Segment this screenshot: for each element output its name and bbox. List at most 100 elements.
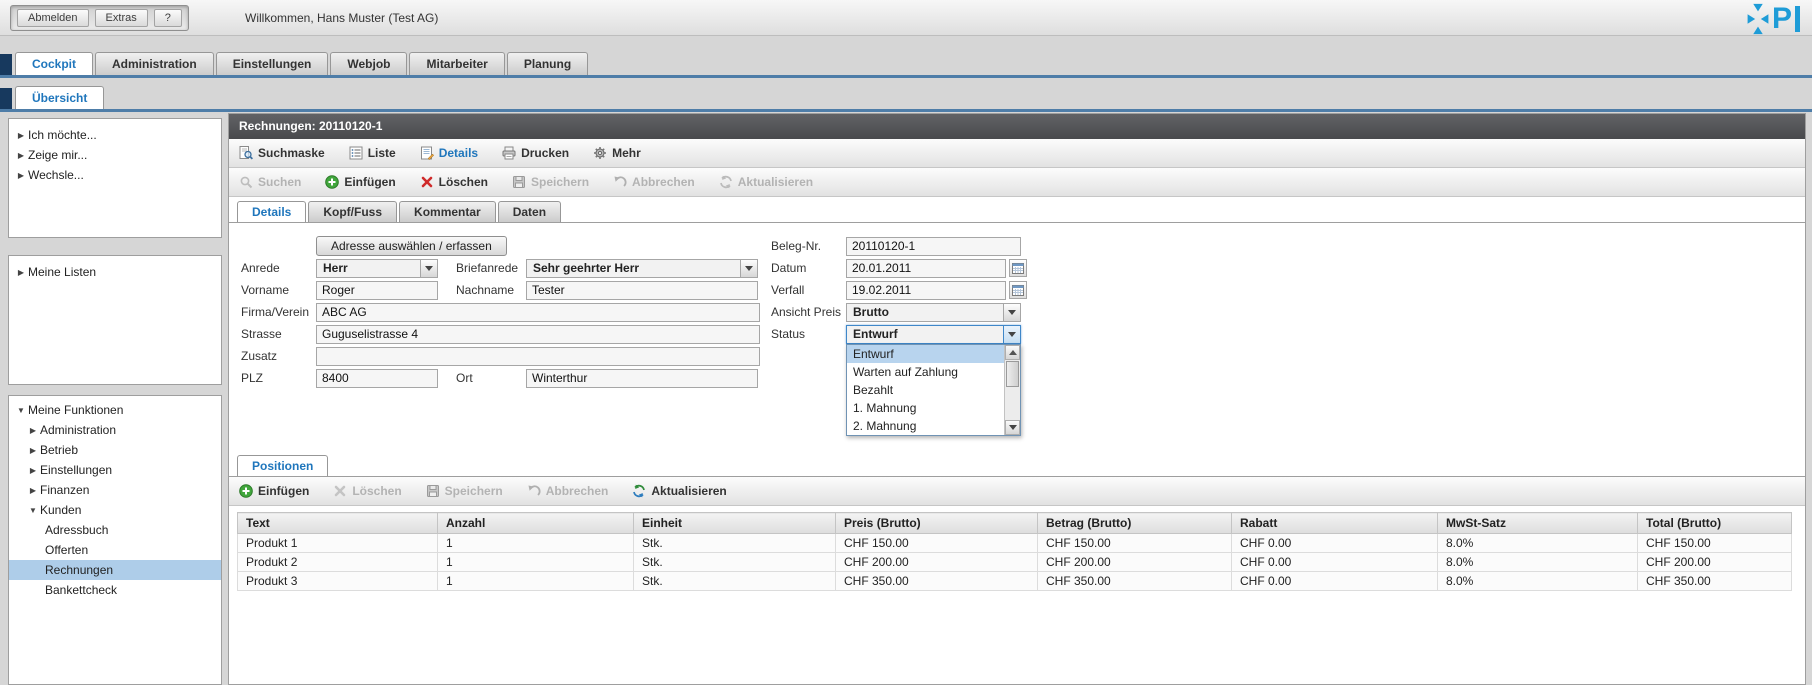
firma-field[interactable] bbox=[316, 302, 760, 322]
help-button[interactable]: ? bbox=[153, 9, 182, 27]
scroll-down-button[interactable] bbox=[1005, 420, 1020, 435]
col-total-brutto[interactable]: Total (Brutto) bbox=[1637, 512, 1792, 534]
tab-webjob[interactable]: Webjob bbox=[330, 52, 408, 75]
cell: CHF 0.00 bbox=[1231, 552, 1438, 572]
arrow-right-icon: ▶ bbox=[29, 465, 37, 475]
tab-kopf-fuss[interactable]: Kopf/Fuss bbox=[308, 201, 398, 222]
sidebar-item-einstellungen[interactable]: ▶ Einstellungen bbox=[9, 460, 221, 480]
loeschen-button[interactable]: Löschen bbox=[420, 175, 488, 189]
tab-daten[interactable]: Daten bbox=[497, 201, 562, 222]
tab-mitarbeiter[interactable]: Mitarbeiter bbox=[409, 52, 505, 75]
sidebar-item-wechsle[interactable]: ▶ Wechsle... bbox=[9, 165, 221, 185]
ansicht-preis-select[interactable]: Brutto bbox=[846, 302, 1021, 322]
abmelden-button[interactable]: Abmelden bbox=[17, 9, 89, 27]
sidebar-item-label: Administration bbox=[40, 423, 117, 437]
nachname-field[interactable] bbox=[526, 280, 758, 300]
datum-field[interactable] bbox=[846, 258, 1006, 278]
status-select[interactable]: Entwurf bbox=[846, 324, 1021, 344]
sidebar-item-betrieb[interactable]: ▶ Betrieb bbox=[9, 440, 221, 460]
dropdown-button[interactable] bbox=[1003, 303, 1020, 321]
einfuegen-button[interactable]: Einfügen bbox=[325, 175, 396, 189]
option-1-mahnung[interactable]: 1. Mahnung bbox=[847, 399, 1004, 417]
pos-aktualisieren-button[interactable]: Aktualisieren bbox=[632, 484, 727, 498]
dropdown-button[interactable] bbox=[740, 259, 757, 277]
plz-field[interactable] bbox=[316, 368, 438, 388]
ort-field[interactable] bbox=[526, 368, 758, 388]
tab-cockpit[interactable]: Cockpit bbox=[15, 52, 94, 75]
address-select-button[interactable]: Adresse auswählen / erfassen bbox=[316, 236, 507, 256]
option-2-mahnung[interactable]: 2. Mahnung bbox=[847, 417, 1004, 435]
col-rabatt[interactable]: Rabatt bbox=[1231, 512, 1438, 534]
tab-positionen[interactable]: Positionen bbox=[237, 455, 329, 476]
dropdown-button[interactable] bbox=[420, 259, 437, 277]
col-preis-brutto[interactable]: Preis (Brutto) bbox=[835, 512, 1038, 534]
aktualisieren-button: Aktualisieren bbox=[719, 175, 813, 189]
col-mwst-satz[interactable]: MwSt-Satz bbox=[1437, 512, 1638, 534]
corner-block bbox=[0, 88, 12, 109]
sidebar-item-meine-funktionen[interactable]: ▼ Meine Funktionen bbox=[9, 400, 221, 420]
sidebar-item-label: Adressbuch bbox=[45, 523, 109, 537]
cell: CHF 200.00 bbox=[1037, 552, 1232, 572]
cell: Produkt 2 bbox=[237, 552, 438, 572]
tab-einstellungen[interactable]: Einstellungen bbox=[215, 52, 329, 75]
option-bezahlt[interactable]: Bezahlt bbox=[847, 381, 1004, 399]
tab-kommentar[interactable]: Kommentar bbox=[399, 201, 496, 222]
col-anzahl[interactable]: Anzahl bbox=[437, 512, 634, 534]
cell: 8.0% bbox=[1437, 533, 1638, 553]
col-einheit[interactable]: Einheit bbox=[633, 512, 836, 534]
sidebar-item-label: Meine Funktionen bbox=[28, 403, 124, 417]
sidebar-item-meine-listen[interactable]: ▶ Meine Listen bbox=[9, 262, 221, 282]
calendar-button[interactable] bbox=[1009, 281, 1027, 299]
sidebar-item-ich-moechte[interactable]: ▶ Ich möchte... bbox=[9, 125, 221, 145]
col-betrag-brutto[interactable]: Betrag (Brutto) bbox=[1037, 512, 1232, 534]
cell: Stk. bbox=[633, 552, 836, 572]
sidebar-item-offerten[interactable]: Offerten bbox=[9, 540, 221, 560]
col-text[interactable]: Text bbox=[237, 512, 438, 534]
dropdown-scrollbar[interactable] bbox=[1004, 345, 1020, 435]
save-icon bbox=[513, 176, 526, 188]
details-view-button[interactable]: Details bbox=[420, 146, 478, 160]
table-row[interactable]: Produkt 1 1 Stk. CHF 150.00 CHF 150.00 C… bbox=[237, 533, 1792, 553]
pos-loeschen-button: Löschen bbox=[333, 484, 402, 498]
extras-button[interactable]: Extras bbox=[94, 9, 148, 27]
tab-uebersicht[interactable]: Übersicht bbox=[15, 86, 105, 109]
suchmaske-button[interactable]: Suchmaske bbox=[239, 146, 325, 160]
sidebar-item-label: Einstellungen bbox=[40, 463, 113, 477]
pos-einfuegen-button[interactable]: Einfügen bbox=[239, 484, 309, 498]
sidebar-item-zeige-mir[interactable]: ▶ Zeige mir... bbox=[9, 145, 221, 165]
scroll-up-button[interactable] bbox=[1005, 345, 1020, 360]
cell: 8.0% bbox=[1437, 552, 1638, 572]
anrede-select[interactable]: Herr bbox=[316, 258, 438, 278]
scrollbar-track[interactable] bbox=[1005, 388, 1020, 420]
tab-planung[interactable]: Planung bbox=[506, 52, 589, 75]
strasse-field[interactable] bbox=[316, 324, 760, 344]
sidebar-item-bankettcheck[interactable]: Bankettcheck bbox=[9, 580, 221, 600]
tab-administration[interactable]: Administration bbox=[95, 52, 214, 75]
verfall-field[interactable] bbox=[846, 280, 1006, 300]
pos-loeschen-label: Löschen bbox=[352, 484, 402, 498]
mehr-button[interactable]: Mehr bbox=[593, 146, 641, 160]
briefanrede-select[interactable]: Sehr geehrter Herr bbox=[526, 258, 758, 278]
table-row[interactable]: Produkt 3 1 Stk. CHF 350.00 CHF 350.00 C… bbox=[237, 571, 1792, 591]
beleg-field[interactable] bbox=[846, 236, 1021, 256]
liste-button[interactable]: Liste bbox=[349, 146, 396, 160]
positions-table: Text Anzahl Einheit Preis (Brutto) Betra… bbox=[237, 512, 1792, 591]
scrollbar-thumb[interactable] bbox=[1006, 361, 1019, 387]
ansicht-preis-value: Brutto bbox=[853, 305, 889, 319]
dropdown-button[interactable] bbox=[1003, 325, 1020, 343]
table-row[interactable]: Produkt 2 1 Stk. CHF 200.00 CHF 200.00 C… bbox=[237, 552, 1792, 572]
zusatz-field[interactable] bbox=[316, 346, 760, 366]
tab-details[interactable]: Details bbox=[237, 201, 307, 222]
delete-x-icon bbox=[335, 485, 346, 497]
abbrechen-label: Abbrechen bbox=[632, 175, 695, 189]
option-entwurf[interactable]: Entwurf bbox=[847, 345, 1004, 363]
drucken-button[interactable]: Drucken bbox=[502, 146, 569, 160]
option-warten-auf-zahlung[interactable]: Warten auf Zahlung bbox=[847, 363, 1004, 381]
sidebar-item-administration[interactable]: ▶ Administration bbox=[9, 420, 221, 440]
sidebar-item-rechnungen[interactable]: Rechnungen bbox=[9, 560, 221, 580]
sidebar-item-adressbuch[interactable]: Adressbuch bbox=[9, 520, 221, 540]
sidebar-item-kunden[interactable]: ▼ Kunden bbox=[9, 500, 221, 520]
sidebar-item-finanzen[interactable]: ▶ Finanzen bbox=[9, 480, 221, 500]
calendar-button[interactable] bbox=[1009, 259, 1027, 277]
vorname-field[interactable] bbox=[316, 280, 438, 300]
